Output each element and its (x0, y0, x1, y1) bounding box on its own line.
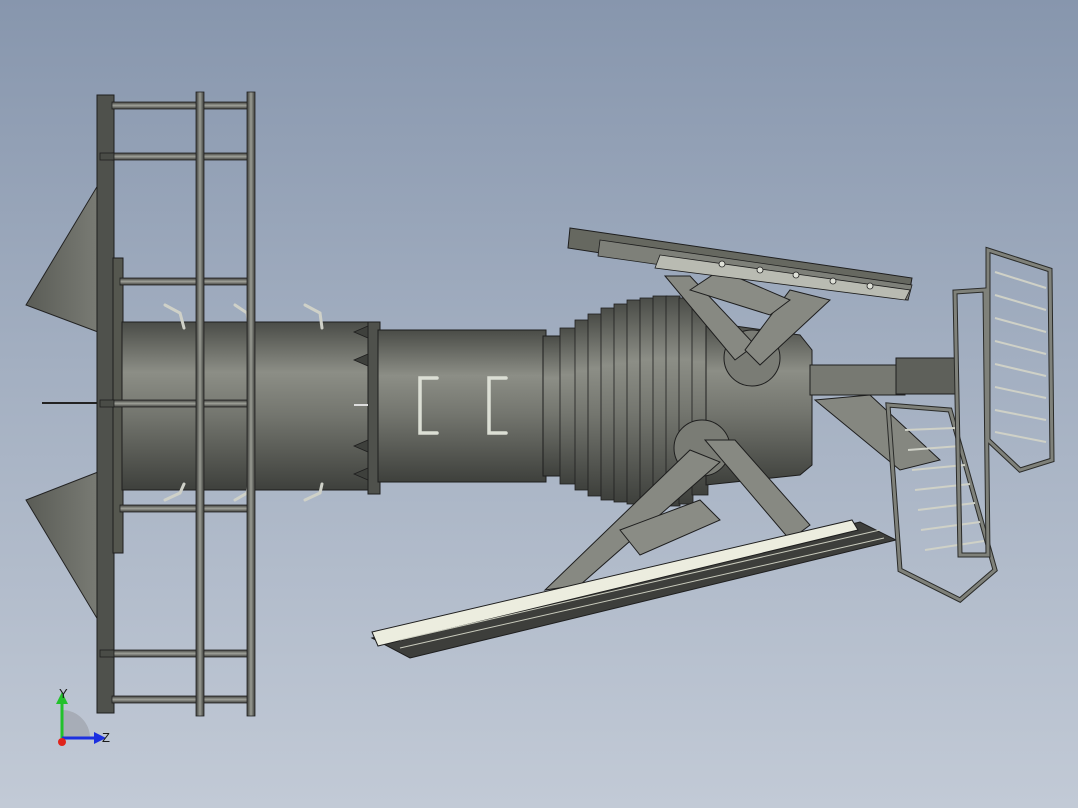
z-axis-label: Z (102, 730, 110, 745)
left-cage-assembly (25, 91, 379, 717)
cad-viewport[interactable]: Y Z (0, 0, 1078, 808)
x-axis-dot (58, 738, 66, 746)
triad-axes (56, 692, 106, 746)
y-axis-label: Y (59, 686, 68, 701)
orientation-triad[interactable]: Y Z (40, 680, 130, 760)
3d-model-render[interactable] (0, 0, 1078, 808)
